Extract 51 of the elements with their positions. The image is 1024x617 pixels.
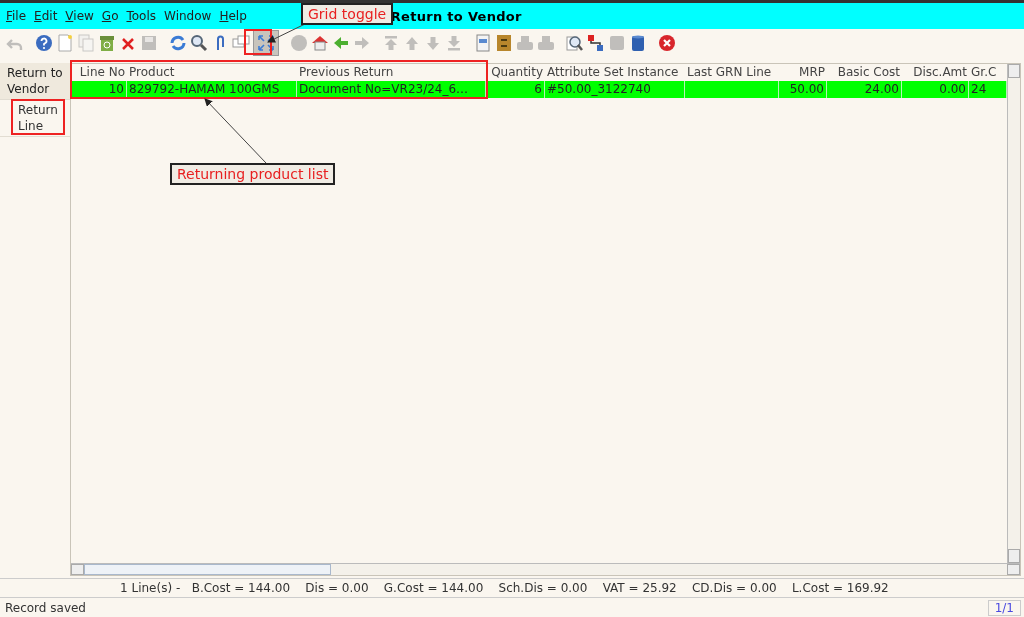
column-header[interactable]: Gr.C <box>969 64 1007 81</box>
table-cell: #50.00_3122740 <box>545 81 685 98</box>
menu-item[interactable]: Help <box>215 9 251 23</box>
column-header[interactable]: Attribute Set Instance <box>545 64 685 81</box>
table-cell: 24 <box>969 81 1007 98</box>
callout-label: Returning product list <box>170 163 336 185</box>
table-cell: 829792-HAMAM 100GMS <box>127 81 297 98</box>
table-cell: 24.00 <box>827 81 902 98</box>
menu-item[interactable]: Edit <box>30 9 62 23</box>
menu-item[interactable]: Tools <box>122 9 161 23</box>
product-icon[interactable] <box>629 34 647 52</box>
table-row[interactable]: 10 829792-HAMAM 100GMS Document No=VR23/24_6… 6 #50.00_3122740 50.00 24.00 0.00 24 <box>71 81 1007 98</box>
recycle-bin-icon[interactable] <box>98 34 116 52</box>
archive-icon[interactable] <box>495 34 513 52</box>
highlight-frame <box>11 99 65 135</box>
vertical-scrollbar[interactable] <box>1007 64 1020 563</box>
table-cell: 0.00 <box>902 81 969 98</box>
record-counter: 1/1 <box>987 599 1021 616</box>
highlight-frame <box>244 29 272 55</box>
expand-icon <box>257 34 275 52</box>
column-header[interactable]: Line No <box>71 64 127 81</box>
zoom-icon[interactable] <box>566 34 584 52</box>
menu-item[interactable]: Go <box>97 9 123 23</box>
menu-item[interactable]: View <box>61 9 98 23</box>
table-cell: 10 <box>71 81 127 98</box>
table-cell: Document No=VR23/24_6… <box>297 81 486 98</box>
table-cell: 6 <box>486 81 545 98</box>
menu-item[interactable]: File <box>2 9 31 23</box>
sidebar-tab[interactable]: Return to Vendor <box>0 63 70 100</box>
column-header[interactable]: Product <box>127 64 297 81</box>
status-message: Record saved <box>4 600 86 615</box>
refresh-icon[interactable] <box>169 34 187 52</box>
help-icon[interactable] <box>35 34 53 52</box>
column-header[interactable]: MRP <box>779 64 827 81</box>
column-header[interactable]: Previous Return <box>297 64 486 81</box>
pointer-arrow <box>267 23 306 43</box>
column-header[interactable]: Disc.Amt <box>902 64 969 81</box>
close-icon[interactable] <box>658 34 676 52</box>
column-header[interactable]: Quantity <box>486 64 545 81</box>
callout-label: Grid toggle <box>301 3 394 25</box>
search-icon[interactable] <box>190 34 208 52</box>
summary-line: 1 Line(s) - B.Cost = 144.00 Dis = 0.00 G.Cost = 144.00 Sch.Dis = 0.00 VAT = 25.92 CD.Dis = 0.00 L.Cost = 169.92 <box>0 578 1024 597</box>
pointer-arrow <box>204 98 267 164</box>
table-cell: 50.00 <box>779 81 827 98</box>
workflow-icon[interactable] <box>587 34 605 52</box>
back-arrow-icon[interactable] <box>332 34 350 52</box>
menu-item[interactable]: Window <box>160 9 216 23</box>
column-header[interactable]: Last GRN Line <box>685 64 779 81</box>
column-header[interactable]: Basic Cost <box>827 64 902 81</box>
home-icon[interactable] <box>311 34 329 52</box>
horizontal-scrollbar[interactable] <box>71 563 1020 575</box>
